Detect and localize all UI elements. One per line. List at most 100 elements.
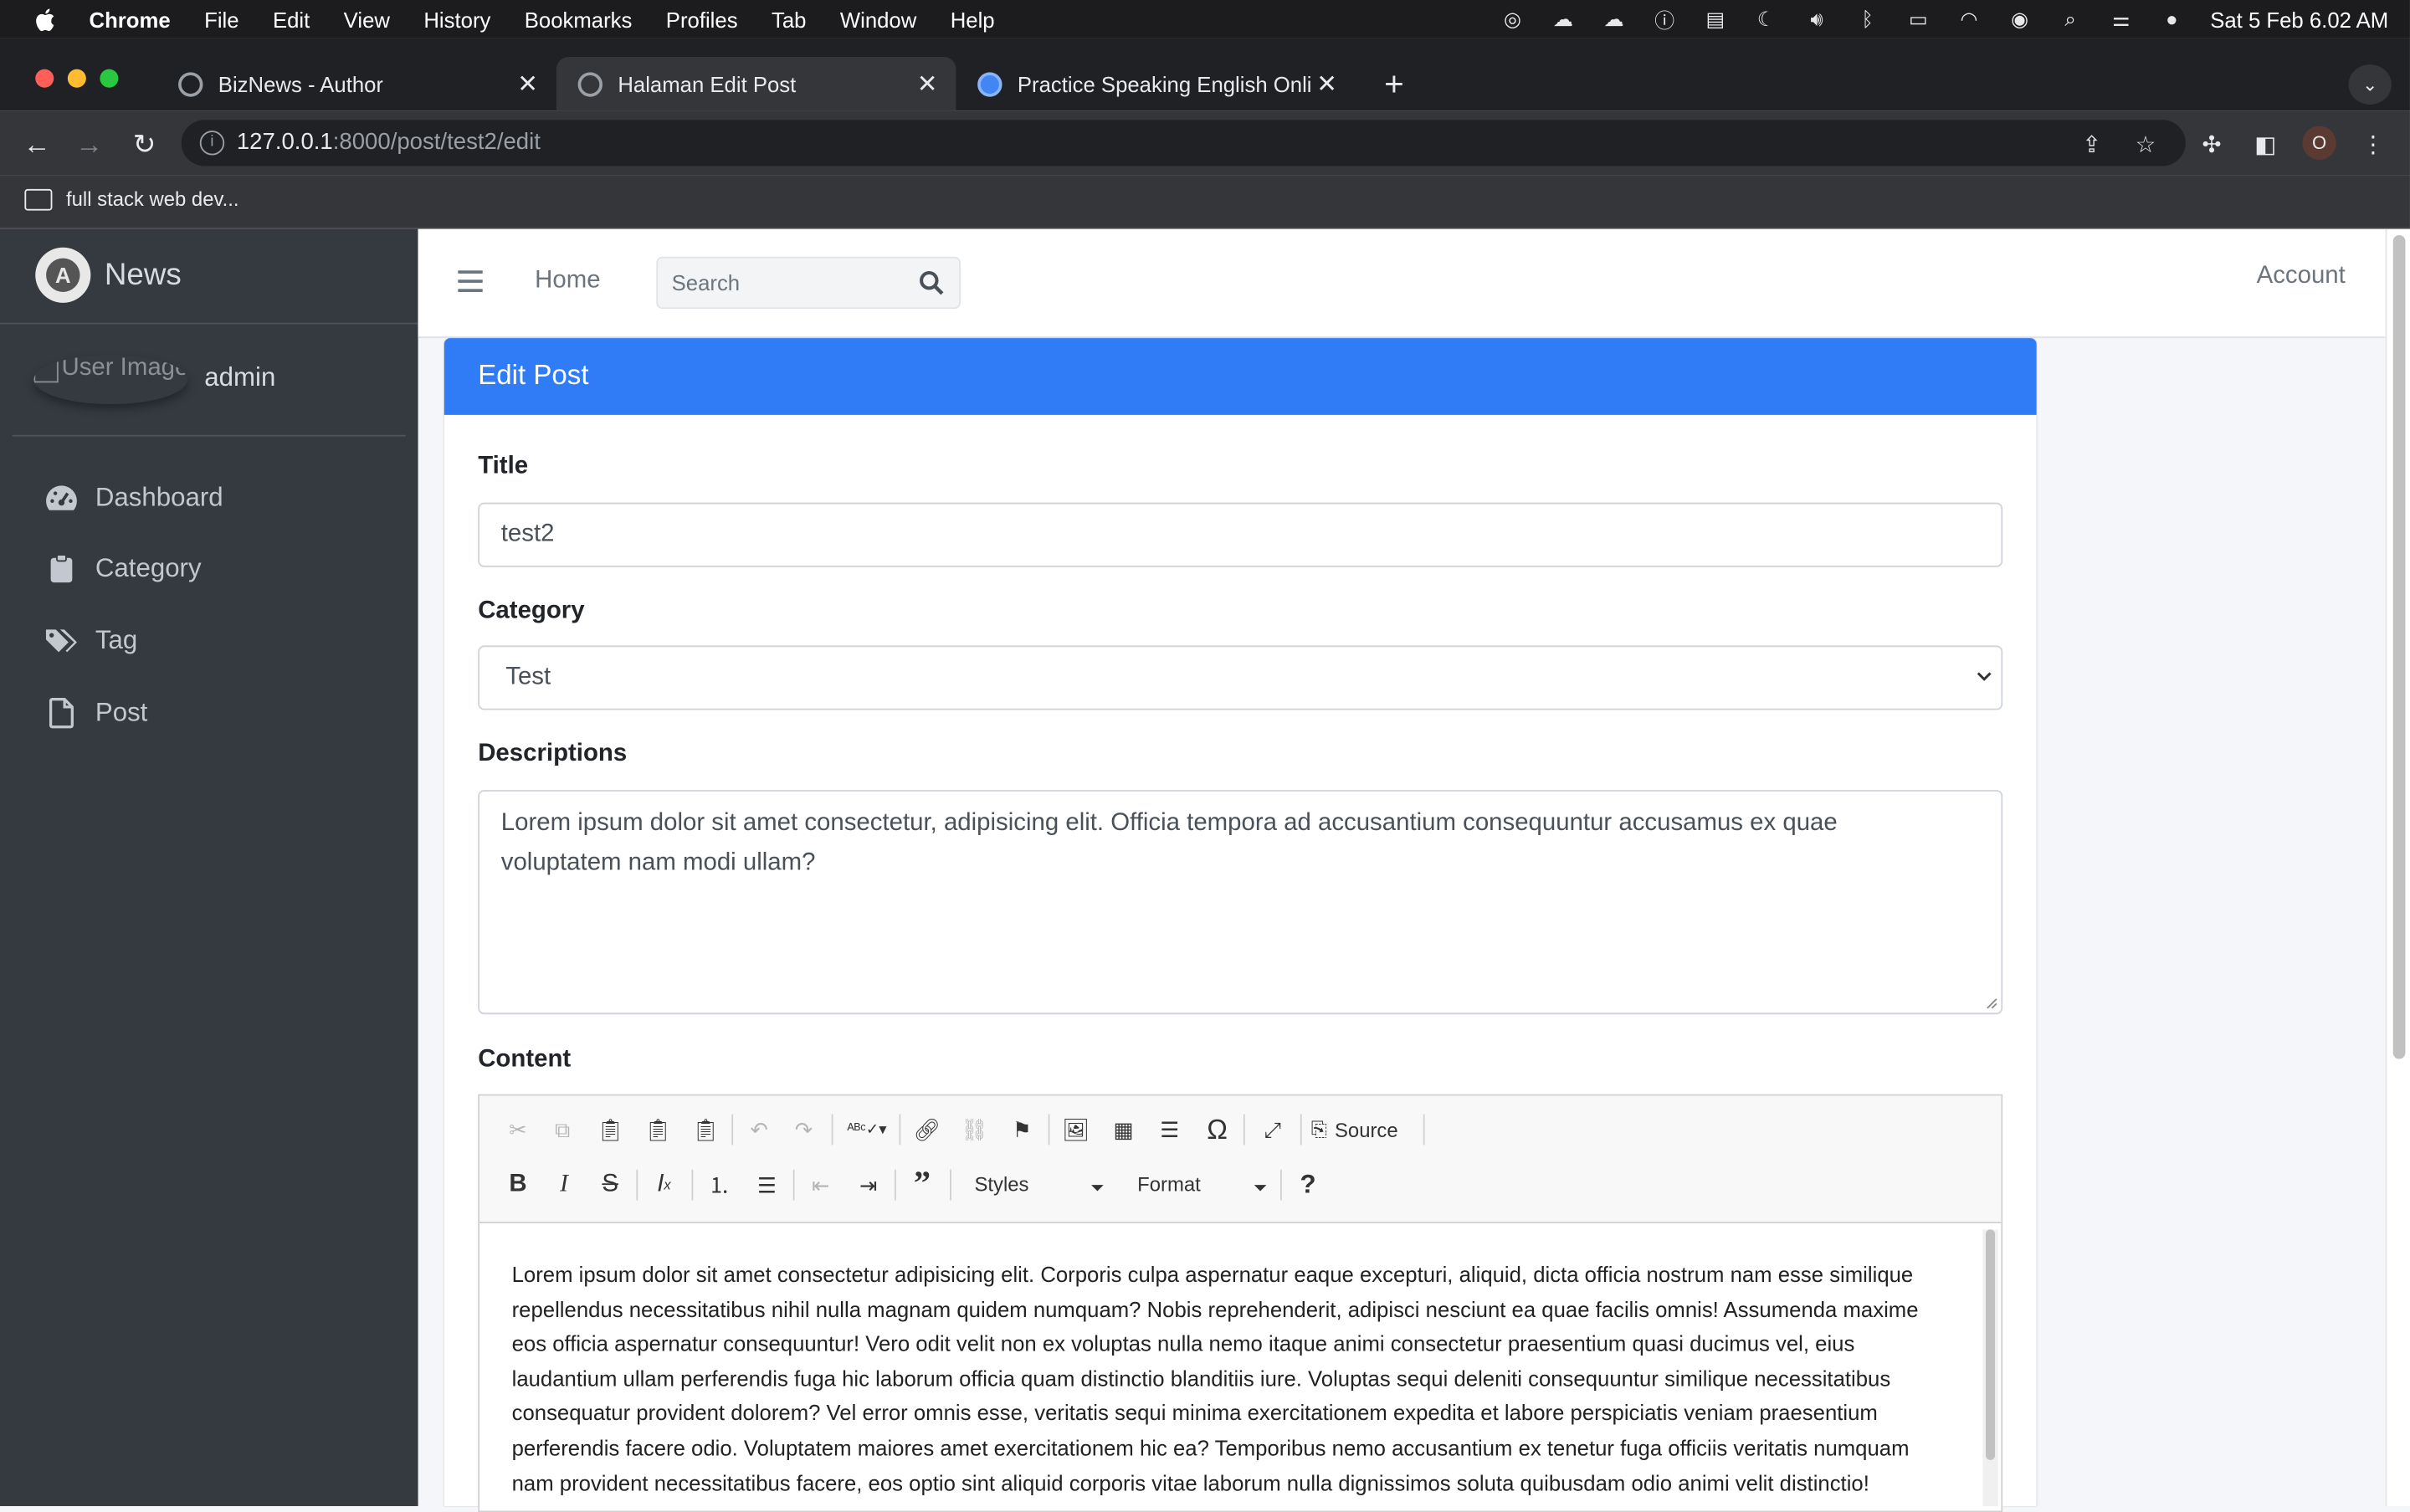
site-info-icon[interactable]: i — [199, 131, 225, 156]
menu-profiles[interactable]: Profiles — [666, 7, 738, 31]
spellcheck-icon[interactable]: ᴬᴮᶜ✓▾ — [843, 1113, 892, 1146]
italic-button[interactable]: I — [547, 1168, 581, 1202]
hamburger-menu-icon[interactable] — [458, 270, 483, 292]
spotlight-icon[interactable]: ⌕ — [2057, 7, 2084, 31]
bold-button[interactable]: B — [501, 1168, 535, 1202]
wifi-icon[interactable]: ◠ — [1955, 7, 1982, 31]
undo-icon[interactable]: ↶ — [742, 1113, 776, 1146]
battery-icon[interactable]: ▭ — [1905, 7, 1932, 31]
table-icon[interactable]: ▦ — [1106, 1113, 1140, 1146]
menu-app-name[interactable]: Chrome — [90, 7, 171, 31]
home-link[interactable]: Home — [535, 268, 600, 295]
link-icon[interactable]: 🔗︎ — [910, 1113, 943, 1146]
address-bar[interactable]: i 127.0.0.1:8000/post/test2/edit — [181, 120, 2186, 167]
format-dropdown[interactable]: Format — [1137, 1172, 1267, 1206]
apple-icon[interactable] — [33, 7, 55, 31]
page-scrollbar[interactable] — [2385, 228, 2410, 1506]
profile-avatar[interactable]: O — [2302, 126, 2336, 161]
menu-edit[interactable]: Edit — [273, 7, 310, 31]
extensions-puzzle-icon[interactable]: ✣ — [2197, 129, 2228, 160]
search-input[interactable]: Search — [656, 256, 961, 310]
remove-format-icon[interactable]: Ix — [647, 1168, 680, 1202]
tab-search-chevron-icon[interactable]: ⌄ — [2348, 64, 2392, 105]
bluetooth-icon[interactable]: ᛒ — [1854, 7, 1881, 31]
category-select[interactable]: Test — [478, 645, 2003, 710]
maximize-icon[interactable]: ⤢ — [1256, 1113, 1290, 1146]
blockquote-icon[interactable]: ” — [905, 1163, 939, 1202]
menu-window[interactable]: Window — [840, 7, 916, 31]
anchor-flag-icon[interactable]: ⚑ — [1005, 1113, 1038, 1146]
resize-grip-icon[interactable] — [1986, 997, 1998, 1010]
sidebar-item-dashboard[interactable]: Dashboard — [44, 475, 223, 521]
copy-icon[interactable]: ⧉ — [546, 1113, 579, 1146]
menu-file[interactable]: File — [204, 7, 238, 31]
redo-icon[interactable]: ↷ — [787, 1113, 820, 1146]
cut-icon[interactable]: ✂ — [501, 1113, 535, 1146]
forward-arrow-icon[interactable]: → — [74, 128, 105, 160]
menu-tab[interactable]: Tab — [772, 7, 806, 31]
minimize-window-button[interactable] — [67, 69, 86, 88]
bookmark-folder-full-stack[interactable]: full stack web dev... — [24, 187, 239, 211]
menu-view[interactable]: View — [344, 7, 390, 31]
scrollbar-thumb[interactable] — [2392, 235, 2406, 1059]
bookmark-star-icon[interactable]: ☆ — [2131, 129, 2161, 160]
siri-icon[interactable]: ● — [2158, 7, 2186, 31]
user-icon[interactable]: ◉ — [2006, 7, 2033, 31]
editor-content-area[interactable]: Lorem ipsum dolor sit amet consectetur a… — [479, 1223, 2001, 1510]
close-tab-icon[interactable]: ✕ — [517, 69, 538, 100]
reload-icon[interactable]: ↻ — [129, 128, 160, 160]
sidebar-item-post[interactable]: Post — [44, 690, 147, 736]
numbered-list-icon[interactable]: ⒈ — [702, 1168, 736, 1202]
menubar-clock[interactable]: Sat 5 Feb 6.02 AM — [2210, 7, 2388, 31]
back-arrow-icon[interactable]: ← — [22, 128, 53, 160]
zoom-window-button[interactable] — [100, 69, 119, 88]
focus-icon[interactable]: ◎ — [1499, 7, 1526, 31]
outdent-icon[interactable]: ⇤ — [804, 1168, 838, 1202]
close-tab-icon[interactable]: ✕ — [917, 69, 938, 100]
source-button[interactable]: ⎘ Source — [1311, 1113, 1413, 1146]
side-panel-icon[interactable]: ◧ — [2250, 129, 2281, 160]
tab-halaman-edit-post[interactable]: Halaman Edit Post ✕ — [556, 56, 956, 111]
paste-from-word-icon[interactable]: 📋︎ — [689, 1113, 722, 1146]
moon-icon[interactable]: ☾ — [1752, 7, 1780, 31]
close-tab-icon[interactable]: ✕ — [1316, 69, 1337, 100]
image-icon[interactable]: 🖼︎ — [1059, 1113, 1092, 1146]
menu-history[interactable]: History — [423, 7, 490, 31]
tab-practice-speaking[interactable]: Practice Speaking English Onli ✕ — [956, 57, 1356, 110]
strikethrough-button[interactable]: S — [593, 1168, 627, 1202]
title-field[interactable]: test2 — [478, 502, 2003, 567]
tab-biznews-author[interactable]: BizNews - Author ✕ — [156, 57, 556, 110]
volume-icon[interactable]: 🔊︎ — [1803, 7, 1831, 31]
horizontal-line-icon[interactable]: ☰ — [1153, 1113, 1187, 1146]
paste-icon[interactable]: 📋︎ — [593, 1113, 627, 1146]
keyboard-icon[interactable]: ▤ — [1701, 7, 1729, 31]
indent-icon[interactable]: ⇥ — [852, 1168, 885, 1202]
account-link[interactable]: Account — [2257, 263, 2346, 290]
new-tab-button[interactable]: + — [1377, 67, 1411, 101]
sidebar-item-category[interactable]: Category — [44, 546, 202, 592]
share-icon[interactable]: ⇪ — [2076, 129, 2107, 160]
close-window-button[interactable] — [35, 69, 54, 88]
user-name-link[interactable]: admin — [204, 362, 275, 393]
editor-scrollbar[interactable] — [1982, 1229, 1998, 1506]
control-center-icon[interactable]: ⚌ — [2107, 7, 2135, 31]
accessibility-icon[interactable]: ⓘ — [1651, 7, 1679, 33]
search-icon[interactable] — [919, 270, 944, 295]
address-url[interactable]: 127.0.0.1:8000/post/test2/edit — [237, 129, 541, 155]
paste-text-icon[interactable]: 📋︎ — [641, 1113, 674, 1146]
creative-cloud-icon[interactable]: ☁ — [1549, 7, 1577, 31]
brand-link[interactable]: A News — [0, 229, 418, 325]
styles-dropdown[interactable]: Styles — [974, 1172, 1104, 1206]
menu-bookmarks[interactable]: Bookmarks — [525, 7, 633, 31]
unlink-icon[interactable]: ⛓ — [957, 1113, 991, 1146]
user-image-broken[interactable]: User Image — [33, 355, 187, 404]
more-menu-icon[interactable]: ⋮ — [2357, 129, 2388, 160]
editor-scrollbar-thumb[interactable] — [1986, 1229, 1996, 1460]
menu-help[interactable]: Help — [951, 7, 995, 31]
bulleted-list-icon[interactable]: ☰ — [750, 1168, 783, 1202]
sidebar-item-tag[interactable]: Tag — [44, 618, 137, 664]
special-char-omega-icon[interactable]: Ω — [1200, 1113, 1233, 1146]
descriptions-textarea[interactable]: Lorem ipsum dolor sit amet consectetur, … — [478, 790, 2003, 1015]
icloud-icon[interactable]: ☁ — [1600, 7, 1628, 31]
help-icon[interactable]: ? — [1291, 1168, 1325, 1202]
